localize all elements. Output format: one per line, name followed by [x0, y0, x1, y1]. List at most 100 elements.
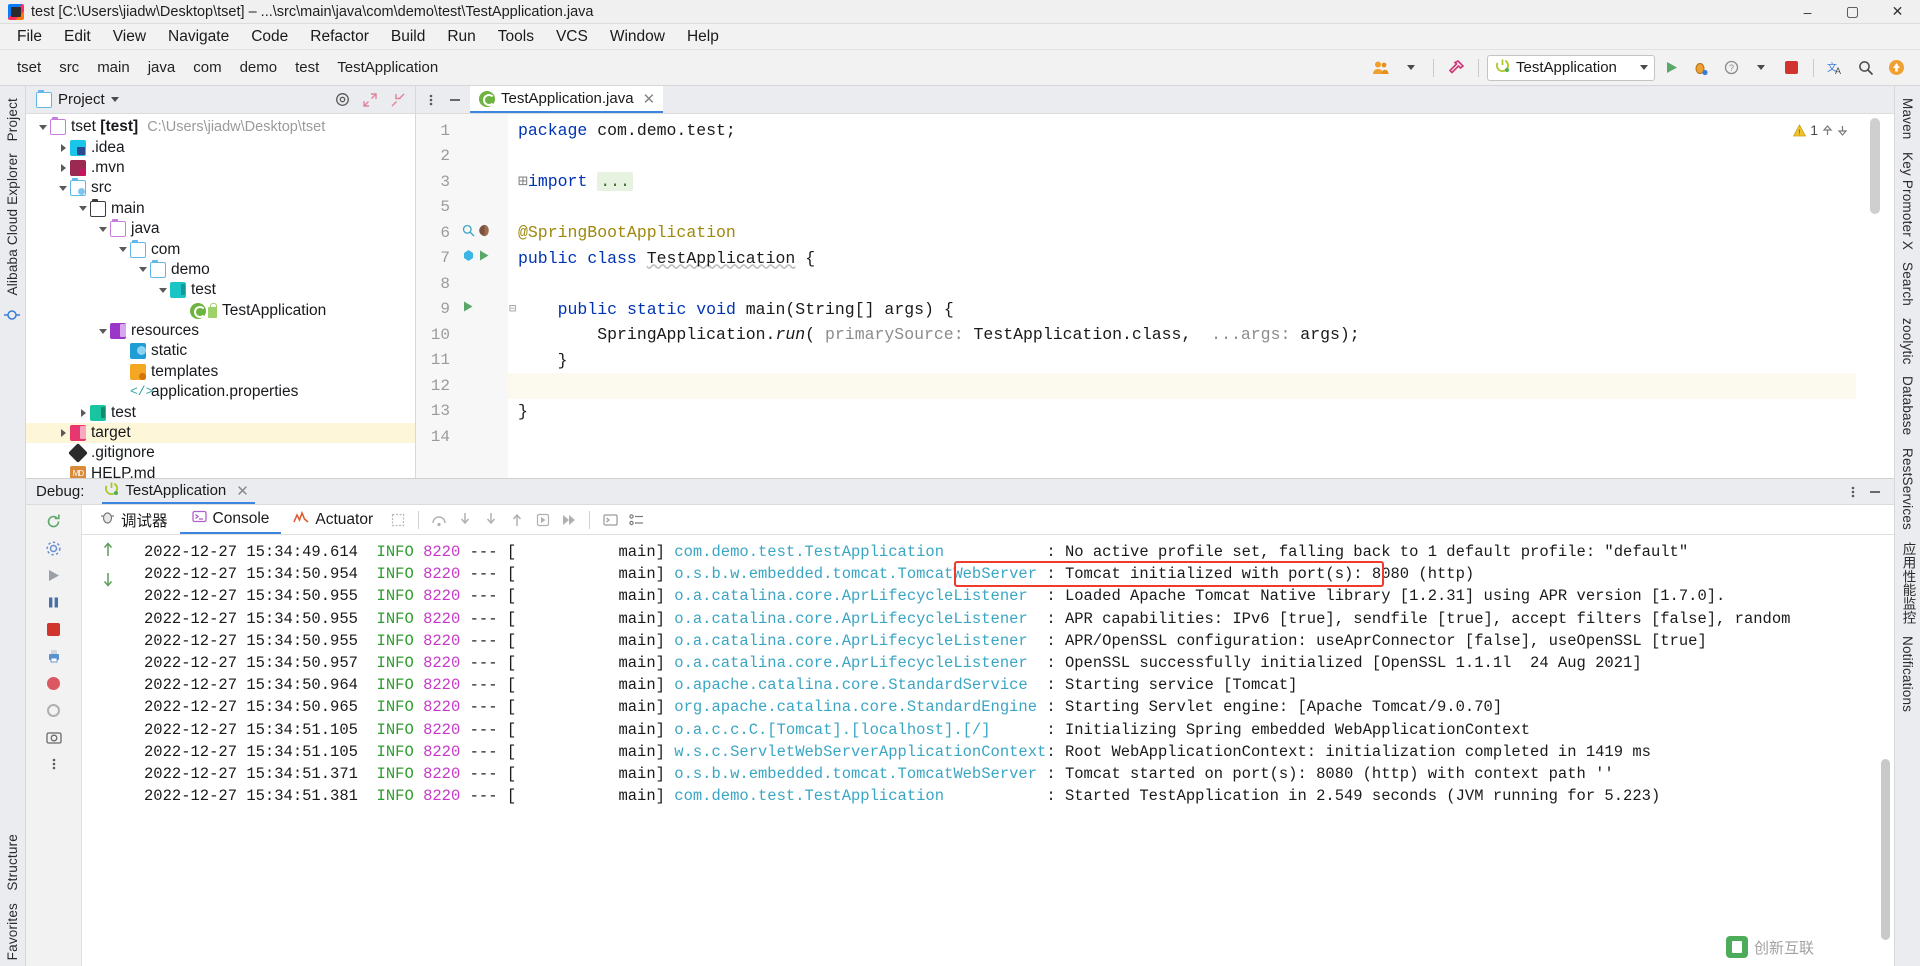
- gutter-line-14[interactable]: 14: [416, 424, 508, 450]
- menu-window[interactable]: Window: [599, 26, 676, 48]
- editor-minimize-icon[interactable]: [444, 89, 466, 111]
- breadcrumb-demo[interactable]: demo: [231, 57, 287, 78]
- menu-help[interactable]: Help: [676, 26, 730, 48]
- strip-database-label[interactable]: Database: [1900, 370, 1915, 441]
- translate-icon[interactable]: 文 A: [1822, 55, 1850, 81]
- camera-icon[interactable]: [44, 727, 64, 747]
- gutter-line-2[interactable]: 2: [416, 144, 508, 170]
- tree-node-gitignore[interactable]: .gitignore: [26, 443, 415, 464]
- gutter-line-1[interactable]: 1: [416, 118, 508, 144]
- console-log-area[interactable]: 2022-12-27 15:34:49.614 INFO 8220 --- [ …: [82, 535, 1894, 966]
- bean-icon[interactable]: [478, 224, 491, 242]
- step-over-icon[interactable]: [426, 505, 452, 534]
- scroll-up-icon[interactable]: [101, 541, 115, 562]
- chevron-down-icon[interactable]: [116, 247, 130, 253]
- strip-alibaba-label[interactable]: Alibaba Cloud Explorer: [5, 147, 20, 301]
- code-line-5[interactable]: [508, 195, 1856, 221]
- spring-bean-icon[interactable]: [462, 249, 475, 268]
- gutter-line-12[interactable]: 12: [416, 373, 508, 399]
- run-configuration-selector[interactable]: TestApplication: [1487, 54, 1655, 81]
- debug-session-tab[interactable]: TestApplication ✕: [102, 479, 255, 504]
- menu-build[interactable]: Build: [380, 26, 436, 48]
- editor-options-icon[interactable]: [420, 89, 442, 111]
- gutter-line-3[interactable]: 3: [416, 169, 508, 195]
- tab-actuator[interactable]: Actuator: [281, 505, 385, 534]
- menu-code[interactable]: Code: [240, 26, 299, 48]
- chevron-down-icon[interactable]: [36, 124, 50, 130]
- editor-tab-testapplication[interactable]: TestApplication.java ✕: [470, 86, 664, 113]
- menu-edit[interactable]: Edit: [53, 26, 102, 48]
- chevron-down-icon[interactable]: [1640, 65, 1648, 70]
- pause-icon[interactable]: [44, 592, 64, 612]
- breakpoint-icon[interactable]: [44, 673, 64, 693]
- rerun-icon[interactable]: [44, 511, 64, 531]
- chevron-down-icon[interactable]: [156, 287, 170, 293]
- gutter-line-8[interactable]: 8: [416, 271, 508, 297]
- tree-node-java[interactable]: java: [26, 219, 415, 239]
- gutter-line-10[interactable]: 10: [416, 322, 508, 348]
- menu-vcs[interactable]: VCS: [545, 26, 599, 48]
- resume-icon[interactable]: [44, 565, 64, 585]
- chevron-right-icon[interactable]: [76, 408, 90, 417]
- tab-debugger[interactable]: 调试器: [88, 505, 180, 534]
- inspection-status[interactable]: ! 1: [1793, 122, 1848, 138]
- code-line-11[interactable]: }: [508, 348, 1856, 374]
- tree-node-main[interactable]: main: [26, 198, 415, 219]
- strip-restservices-label[interactable]: RestServices: [1900, 442, 1915, 536]
- more-dropdown-icon[interactable]: [1747, 55, 1775, 81]
- strip-notifications-label[interactable]: Notifications: [1900, 630, 1915, 718]
- chevron-down-icon[interactable]: [76, 206, 90, 212]
- chevron-right-icon[interactable]: [56, 429, 70, 438]
- debug-icon[interactable]: [1687, 55, 1715, 81]
- code-line-10[interactable]: SpringApplication.run( primarySource: Te…: [508, 322, 1856, 348]
- project-panel-chevron-down-icon[interactable]: [110, 97, 119, 102]
- console-scrollbar-thumb[interactable]: [1881, 759, 1890, 941]
- debug-options-icon[interactable]: [1842, 481, 1864, 503]
- breadcrumb-testapplication[interactable]: TestApplication: [328, 57, 447, 78]
- strip-apm-label[interactable]: 应用性能监控: [1898, 536, 1918, 630]
- user-group-icon[interactable]: [1367, 55, 1395, 81]
- stop-icon[interactable]: [44, 619, 64, 639]
- chevron-down-icon[interactable]: [136, 267, 150, 273]
- evaluate-expression-icon[interactable]: [597, 505, 623, 534]
- tree-node-idea[interactable]: .idea: [26, 137, 415, 157]
- soft-wrap-icon[interactable]: [385, 505, 411, 534]
- maximize-button[interactable]: ▢: [1830, 0, 1875, 23]
- gutter-line-13[interactable]: 13: [416, 399, 508, 425]
- step-into-icon[interactable]: [452, 505, 478, 534]
- stop-icon[interactable]: [1777, 55, 1805, 81]
- locate-icon[interactable]: [331, 89, 353, 111]
- run-line-icon[interactable]: [478, 249, 490, 267]
- tree-node-static[interactable]: static: [26, 341, 415, 361]
- breadcrumb-tset[interactable]: tset: [8, 57, 50, 78]
- breadcrumb-test[interactable]: test: [286, 57, 328, 78]
- tree-node-application-properties[interactable]: </> application.properties: [26, 382, 415, 402]
- strip-search-label[interactable]: Search: [1900, 256, 1915, 312]
- tree-node-mvn[interactable]: .mvn: [26, 158, 415, 178]
- code-line-14[interactable]: [508, 424, 1856, 450]
- gutter-line-11[interactable]: 11: [416, 348, 508, 374]
- updates-icon[interactable]: [1882, 55, 1910, 81]
- gutter-markers[interactable]: [462, 300, 474, 318]
- chevron-right-icon[interactable]: [56, 163, 70, 172]
- commit-icon[interactable]: [3, 307, 22, 325]
- tree-node-com[interactable]: com: [26, 239, 415, 259]
- editor-tab-close-icon[interactable]: ✕: [643, 90, 656, 108]
- tree-node-help-md[interactable]: MD HELP.md: [26, 464, 415, 478]
- menu-file[interactable]: File: [6, 26, 53, 48]
- gutter-line-7[interactable]: 7: [416, 246, 508, 272]
- strip-keypromoter-label[interactable]: Key Promoter X: [1900, 146, 1915, 256]
- tree-node-test[interactable]: test: [26, 402, 415, 422]
- tree-node-testapplication[interactable]: TestApplication: [26, 301, 415, 321]
- tree-node-src[interactable]: src: [26, 178, 415, 198]
- search-usages-icon[interactable]: [462, 224, 475, 242]
- strip-zoolytic-label[interactable]: zoolytic: [1900, 312, 1915, 371]
- gutter-markers[interactable]: [462, 249, 490, 268]
- breadcrumb-src[interactable]: src: [50, 57, 88, 78]
- tab-console[interactable]: Console: [179, 505, 282, 534]
- strip-favorites-label[interactable]: Favorites: [5, 897, 20, 966]
- code-line-6[interactable]: @SpringBootApplication: [508, 220, 1856, 246]
- code-line-8[interactable]: [508, 271, 1856, 297]
- gutter-markers[interactable]: [462, 224, 491, 242]
- tree-node-test[interactable]: test: [26, 280, 415, 300]
